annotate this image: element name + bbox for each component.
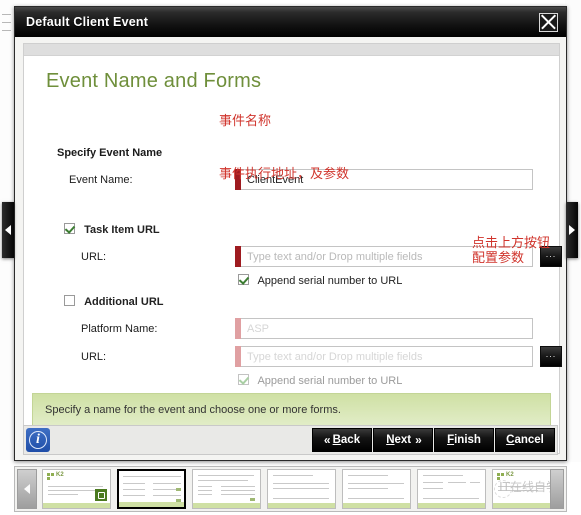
list-item[interactable] bbox=[417, 469, 486, 509]
double-chevron-right-icon: » bbox=[415, 433, 422, 447]
task-item-url-checkbox-row[interactable]: Task Item URL bbox=[64, 223, 160, 236]
back-button[interactable]: « Back bbox=[312, 428, 372, 452]
cancel-button-label: Cancel bbox=[506, 434, 544, 446]
cancel-button[interactable]: Cancel bbox=[495, 428, 555, 452]
task-url-label: URL: bbox=[81, 251, 107, 263]
double-chevron-left-icon: « bbox=[323, 433, 331, 447]
task-item-url-checkbox[interactable] bbox=[64, 223, 75, 234]
additional-url-label: Additional URL bbox=[84, 296, 164, 308]
thumbnail-prev-button[interactable] bbox=[17, 469, 37, 509]
additional-url-browse-button[interactable]: ... bbox=[540, 346, 562, 367]
left-panel-toggle[interactable] bbox=[2, 202, 14, 258]
dialog-title: Default Client Event bbox=[26, 15, 149, 29]
platform-name-field-group bbox=[235, 318, 533, 339]
task-append-serial-checkbox[interactable] bbox=[238, 274, 249, 285]
page-title: Event Name and Forms bbox=[46, 70, 262, 92]
additional-url-field-label: URL: bbox=[81, 351, 107, 363]
additional-url-checkbox[interactable] bbox=[64, 295, 75, 306]
wizard-top-strip bbox=[24, 44, 559, 56]
list-item[interactable]: K2 bbox=[42, 469, 111, 509]
additional-append-serial-label: Append serial number to URL bbox=[257, 375, 403, 387]
next-button-label: Next bbox=[386, 434, 412, 446]
annotation-click-button: 点击上方按钮 bbox=[472, 236, 551, 251]
annotation-event-url: 事件执行地址，及参数 bbox=[219, 167, 350, 182]
annotation-config-params: 配置参数 bbox=[472, 251, 525, 266]
specify-event-name-label: Specify Event Name bbox=[57, 147, 163, 159]
finish-button-label: Finish bbox=[447, 434, 481, 446]
event-name-label: Event Name: bbox=[69, 174, 133, 186]
list-item[interactable] bbox=[192, 469, 261, 509]
info-glyph: i bbox=[29, 431, 47, 449]
chevron-right-icon bbox=[569, 225, 575, 235]
task-append-serial-label: Append serial number to URL bbox=[257, 275, 403, 287]
form-area: Specify Event Name Event Name: Task Item… bbox=[24, 93, 562, 387]
task-append-serial-row[interactable]: Append serial number to URL bbox=[238, 274, 402, 287]
thumbnail-strip: K2 K2 IT在线自学 bbox=[14, 466, 567, 512]
finish-button[interactable]: Finish bbox=[434, 428, 494, 452]
task-item-url-label: Task Item URL bbox=[84, 224, 160, 236]
annotation-event-name: 事件名称 bbox=[219, 114, 272, 129]
dialog-titlebar: Default Client Event bbox=[15, 7, 566, 37]
thumbnail-list: K2 K2 IT在线自学 bbox=[37, 469, 566, 509]
chevron-left-icon bbox=[24, 484, 30, 494]
additional-url-checkbox-row[interactable]: Additional URL bbox=[64, 295, 164, 308]
platform-name-label: Platform Name: bbox=[81, 323, 158, 335]
list-item[interactable] bbox=[117, 469, 186, 509]
lock-icon bbox=[95, 489, 107, 501]
right-panel-toggle[interactable] bbox=[566, 202, 578, 258]
info-icon[interactable]: i bbox=[26, 428, 50, 452]
platform-name-input[interactable] bbox=[241, 318, 533, 339]
additional-url-input[interactable] bbox=[241, 346, 533, 367]
close-icon[interactable] bbox=[539, 12, 558, 32]
list-item[interactable] bbox=[342, 469, 411, 509]
additional-append-serial-checkbox[interactable] bbox=[238, 374, 249, 385]
wizard-buttons: « Back Next » Finish Cancel bbox=[312, 428, 555, 452]
thumbnail-next-button[interactable] bbox=[550, 469, 564, 509]
back-button-label: Back bbox=[332, 434, 361, 446]
next-button[interactable]: Next » bbox=[373, 428, 433, 452]
chevron-left-icon bbox=[5, 225, 11, 235]
additional-url-field-group bbox=[235, 346, 533, 367]
list-item[interactable] bbox=[267, 469, 336, 509]
default-client-event-dialog: Default Client Event Event Name and Form… bbox=[14, 6, 567, 461]
additional-append-serial-row[interactable]: Append serial number to URL bbox=[238, 374, 402, 387]
dialog-footer: i « Back Next » Finish Cancel bbox=[23, 425, 558, 455]
